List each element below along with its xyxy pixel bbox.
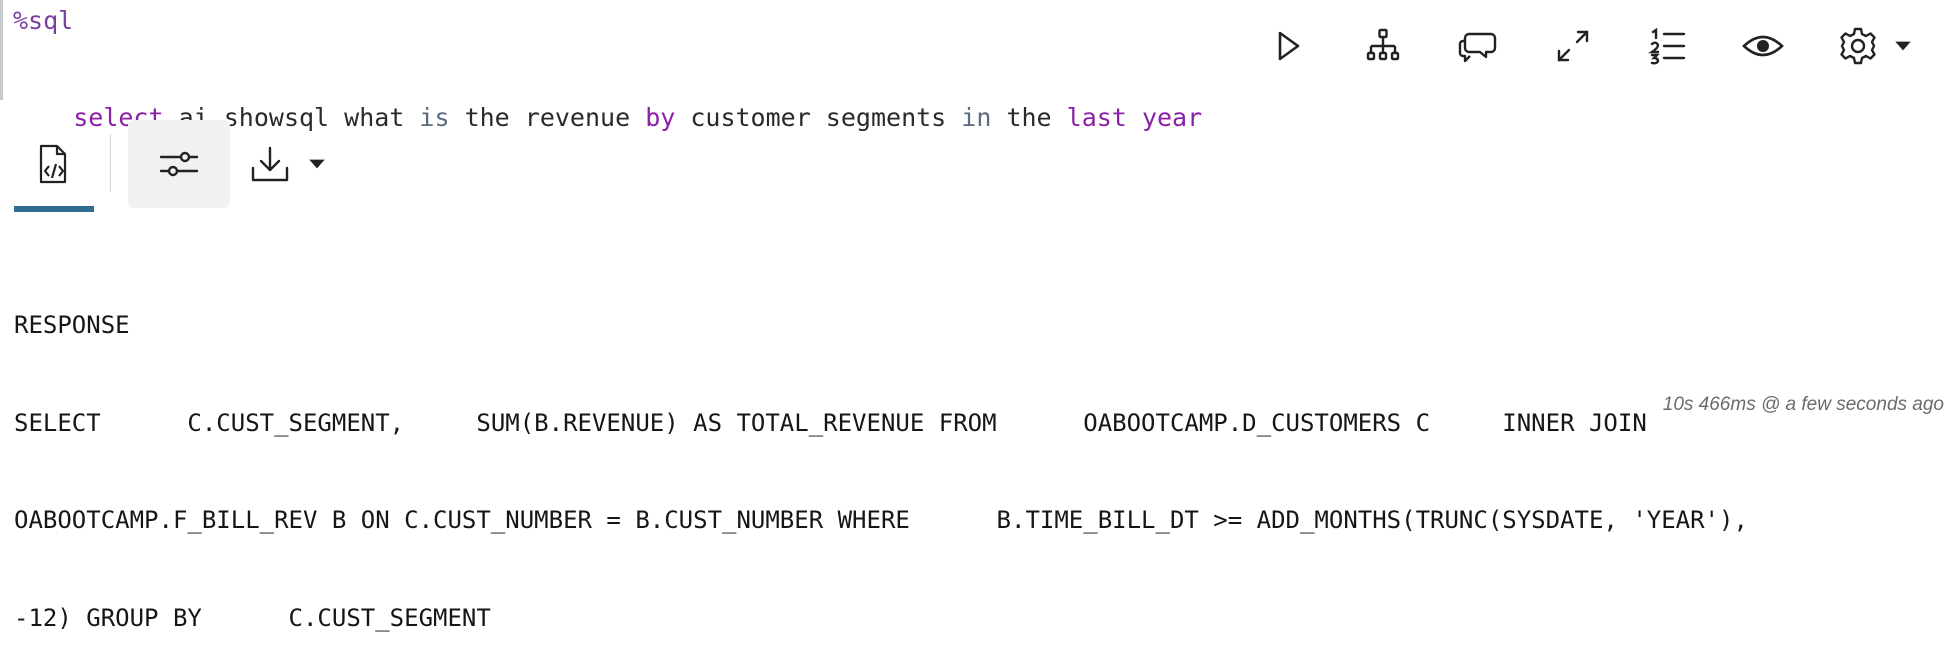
eye-icon [1742, 35, 1784, 57]
query-token: in [961, 103, 992, 132]
download-button[interactable] [236, 120, 332, 208]
caret-down-icon [1895, 41, 1911, 51]
code-editor[interactable]: %sql select ai showsql what is the reven… [13, 4, 1202, 132]
sliders-icon [159, 151, 199, 177]
settings-button[interactable] [1832, 20, 1884, 72]
query-token: by [645, 103, 676, 132]
gear-icon [1840, 27, 1876, 65]
outline-button[interactable] [1642, 20, 1694, 72]
active-tab-indicator [14, 206, 94, 212]
chat-bubbles-icon [1458, 32, 1497, 63]
query-token: the [991, 103, 1067, 132]
query-token [1127, 103, 1142, 132]
magic-command: %sql [13, 6, 74, 35]
comments-button[interactable] [1452, 20, 1504, 72]
network-icon [1366, 28, 1400, 61]
tab-divider [110, 134, 111, 192]
output-line: OABOOTCAMP.F_BILL_REV B ON C.CUST_NUMBER… [14, 506, 1748, 534]
settings-dropdown-button[interactable] [1888, 20, 1918, 72]
query-token: the revenue [449, 103, 646, 132]
query-token: last [1066, 103, 1127, 132]
tab-settings[interactable] [128, 120, 230, 208]
result-tabs [14, 120, 354, 212]
tab-sql-output[interactable] [14, 120, 94, 208]
query-token: year [1141, 103, 1203, 132]
play-icon [1278, 31, 1300, 61]
query-token: is [419, 103, 450, 132]
output-line: -12) GROUP BY C.CUST_SEGMENT [14, 603, 491, 632]
expand-button[interactable] [1547, 20, 1599, 72]
cell-toolbar [1262, 20, 1918, 72]
expand-icon [1557, 30, 1589, 62]
numbered-list-icon [1648, 27, 1686, 65]
cell-left-border [0, 0, 3, 100]
download-icon [251, 146, 289, 182]
visibility-button[interactable] [1737, 20, 1789, 72]
query-token: customer segments [675, 103, 962, 132]
query-output: RESPONSE SELECT C.CUST_SEGMENT, SUM(B.RE… [14, 244, 1748, 667]
caret-down-icon [309, 159, 325, 169]
output-line: SELECT C.CUST_SEGMENT, SUM(B.REVENUE) AS… [14, 408, 1647, 437]
lineage-button[interactable] [1357, 20, 1409, 72]
output-line: RESPONSE [14, 311, 130, 339]
run-button[interactable] [1262, 20, 1314, 72]
sql-file-icon [39, 144, 67, 184]
execution-status: 10s 466ms @ a few seconds ago [1662, 394, 1944, 415]
